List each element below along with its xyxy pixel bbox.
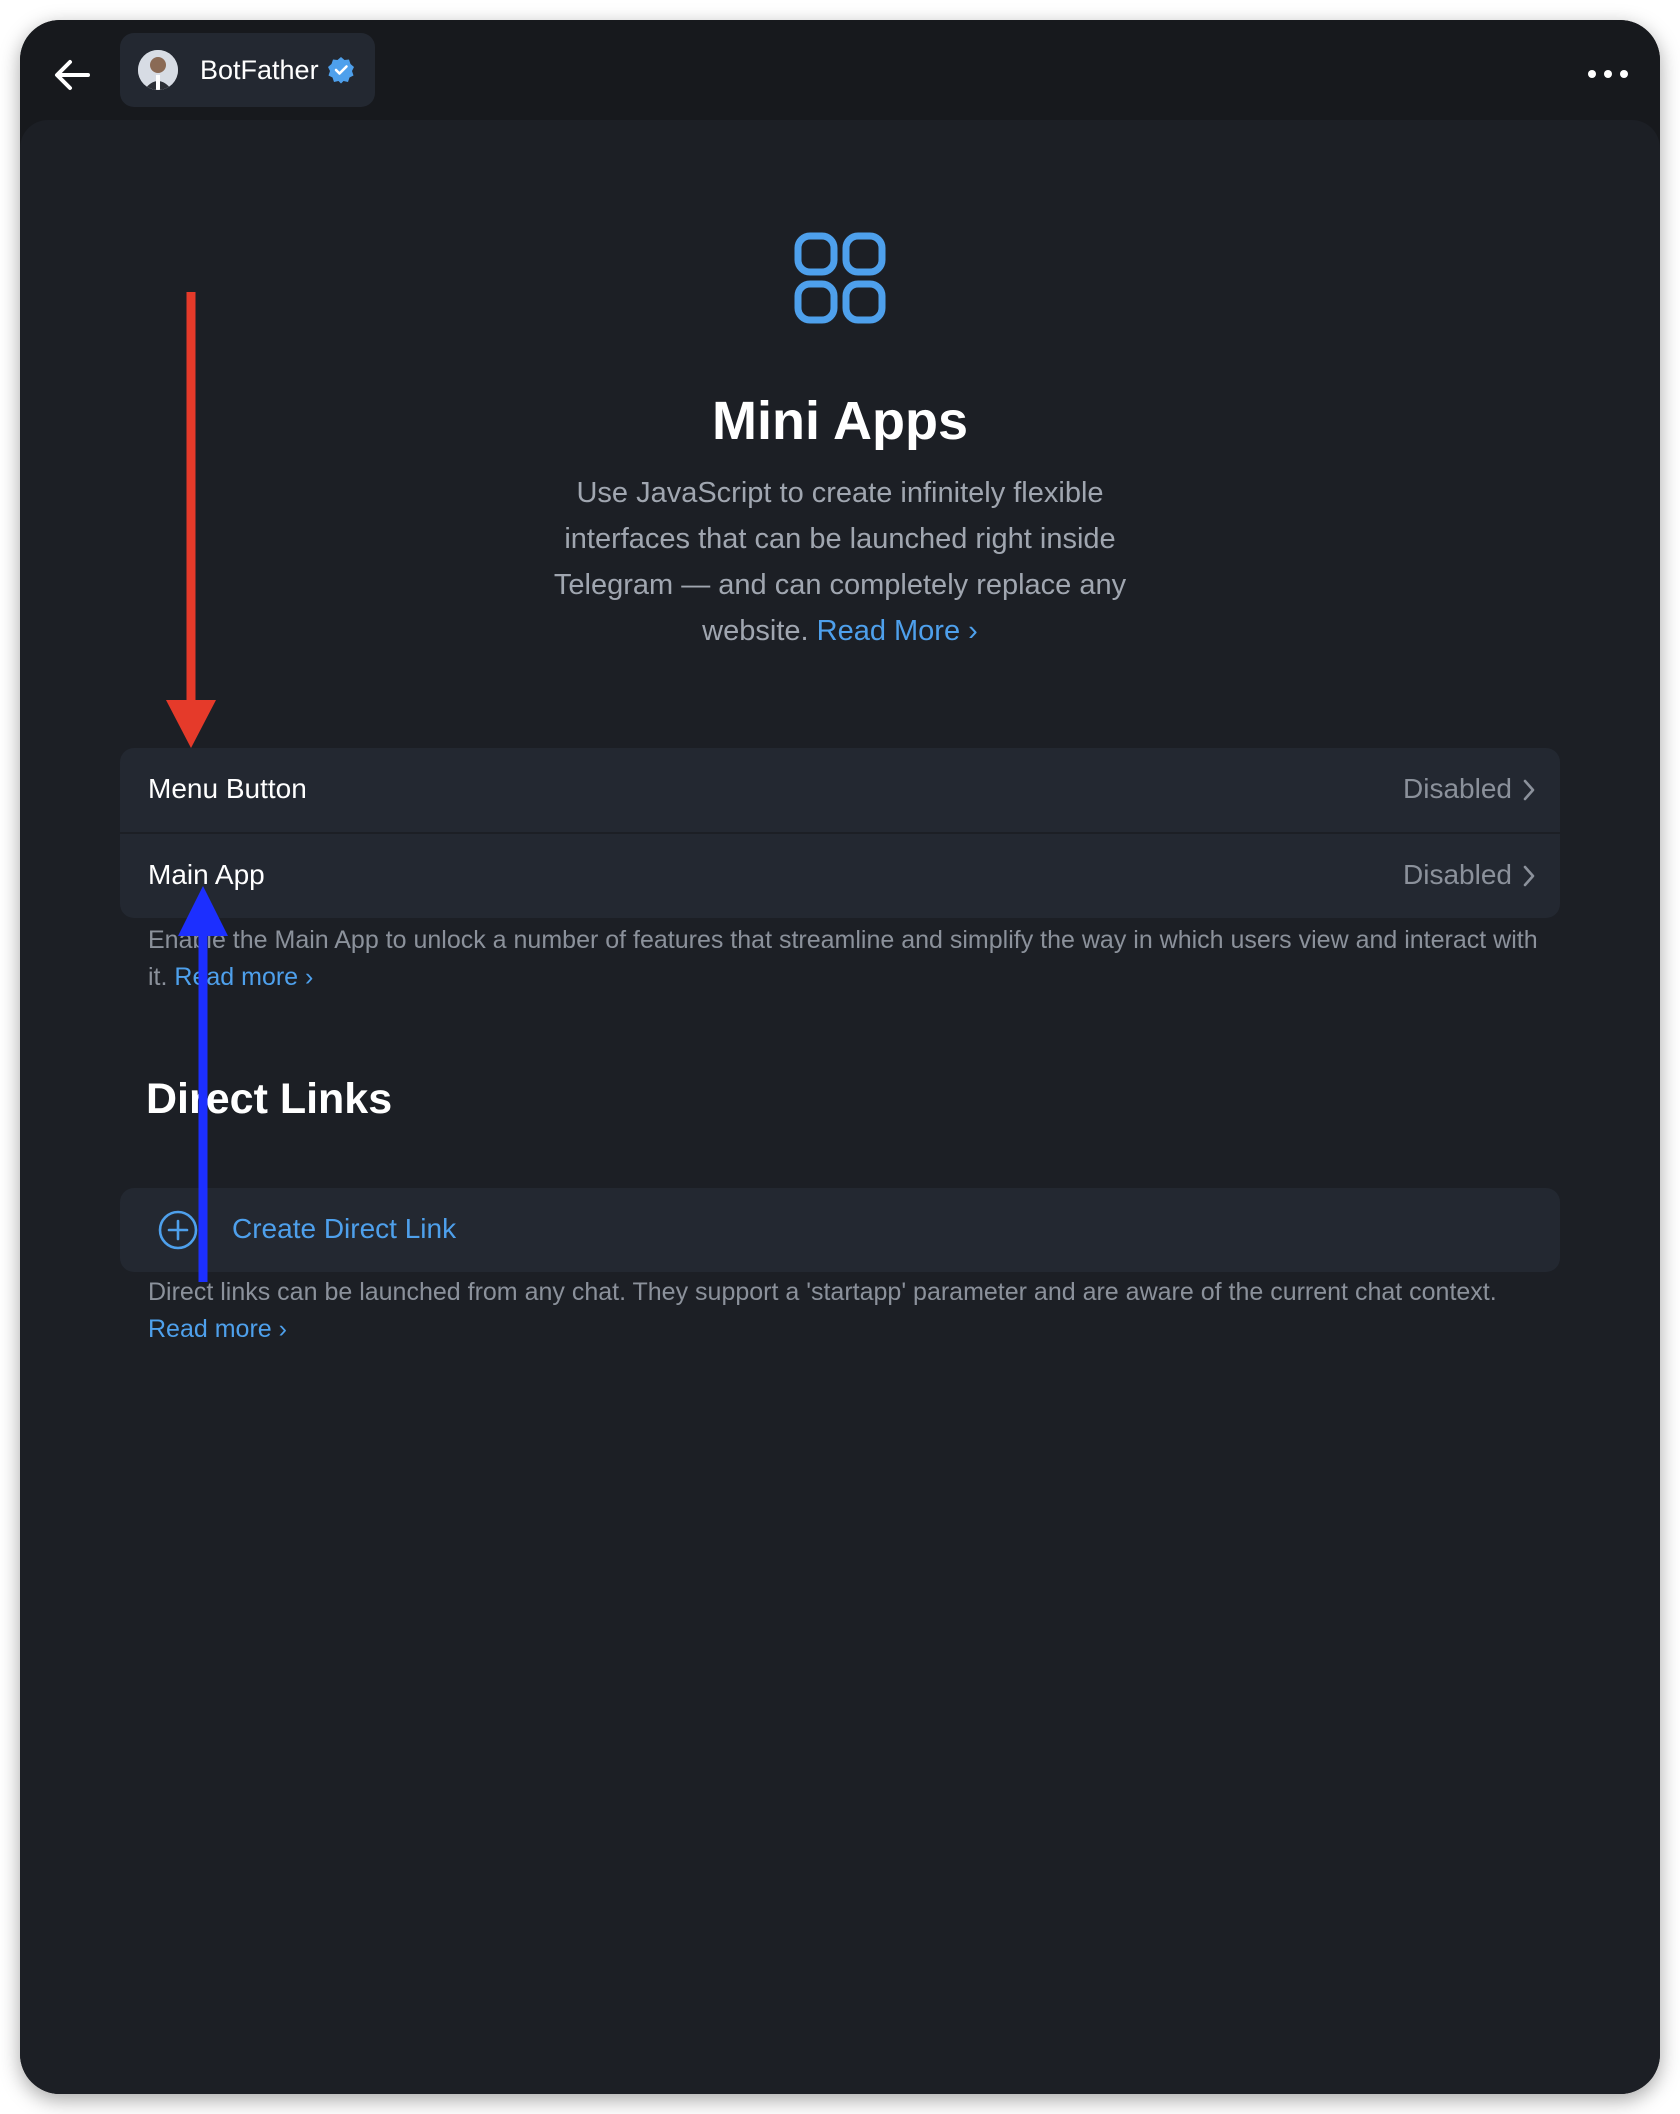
more-options-button[interactable] — [1586, 56, 1630, 92]
main-app-row[interactable]: Main App Disabled — [120, 832, 1560, 918]
create-direct-link-button[interactable]: Create Direct Link — [120, 1188, 1560, 1272]
main-app-read-more-link[interactable]: Read more › — [174, 963, 313, 991]
direct-links-heading: Direct Links — [146, 1075, 393, 1123]
plus-circle-icon — [158, 1210, 198, 1250]
more-dots-icon — [1588, 70, 1628, 78]
page-title: Mini Apps — [712, 391, 968, 451]
direct-links-footnote: Direct links can be launched from any ch… — [148, 1274, 1548, 1348]
verified-badge-icon — [328, 57, 354, 84]
footnote-text: Direct links can be launched from any ch… — [148, 1278, 1497, 1306]
top-bar: BotFather — [20, 20, 1660, 120]
menu-button-row[interactable]: Menu Button Disabled — [120, 748, 1560, 832]
main-app-footnote: Enable the Main App to unlock a number o… — [148, 922, 1548, 996]
row-value: Disabled — [1403, 773, 1512, 804]
chat-name: BotFather — [200, 55, 319, 85]
row-value: Disabled — [1403, 859, 1512, 890]
back-button[interactable] — [48, 50, 98, 100]
arrow-left-icon — [55, 60, 90, 90]
chevron-right-icon — [1523, 865, 1535, 887]
settings-list: Menu Button Disabled Main App Disabled — [120, 748, 1560, 918]
row-label: Main App — [148, 859, 265, 890]
app-window: BotFather Mini Apps Use JavaScript to cr… — [20, 20, 1660, 2094]
footnote-text: Enable the Main App to unlock a number o… — [148, 926, 1538, 991]
hero-read-more-link[interactable]: Read More › — [817, 615, 978, 647]
hero-description: Use JavaScript to create infinitely flex… — [540, 470, 1140, 654]
direct-links-read-more-link[interactable]: Read more › — [148, 1315, 287, 1343]
chevron-right-icon — [1523, 779, 1535, 801]
content-panel: Mini Apps Use JavaScript to create infin… — [20, 120, 1660, 2094]
row-label: Menu Button — [148, 773, 307, 804]
chat-header-pill[interactable]: BotFather — [120, 33, 375, 107]
grid-apps-icon — [794, 232, 886, 324]
create-direct-link-label: Create Direct Link — [232, 1213, 457, 1244]
avatar — [138, 50, 178, 90]
